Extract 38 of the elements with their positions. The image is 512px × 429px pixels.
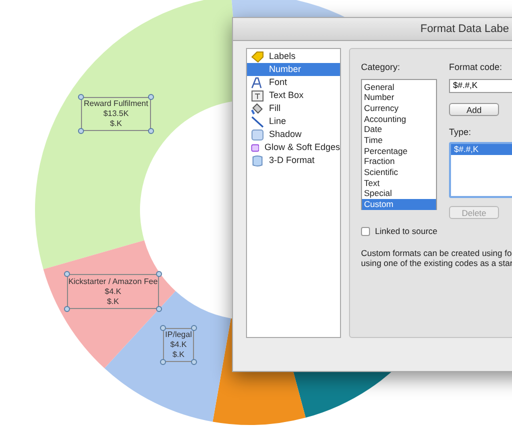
category-item[interactable]: Currency bbox=[362, 102, 436, 114]
line-icon bbox=[251, 116, 264, 128]
category-item[interactable]: Fraction bbox=[362, 156, 436, 167]
category-item[interactable]: Date bbox=[362, 124, 436, 135]
sidebar-item[interactable]: Shadow bbox=[247, 128, 340, 141]
category-item[interactable]: Special bbox=[362, 188, 436, 200]
add-button[interactable]: Add bbox=[449, 102, 499, 116]
category-item[interactable]: Time bbox=[362, 134, 436, 146]
type-label: Type: bbox=[449, 126, 472, 139]
cylinder-icon bbox=[251, 154, 264, 166]
linked-checkbox[interactable] bbox=[361, 226, 370, 236]
shadow-icon bbox=[251, 128, 264, 140]
category-item[interactable]: Percentage bbox=[362, 146, 436, 156]
sidebar-item[interactable]: Font bbox=[247, 76, 340, 89]
window-title: Format Data Labe bbox=[420, 22, 509, 37]
category-item[interactable]: Number bbox=[362, 92, 436, 103]
category-item[interactable]: Text bbox=[362, 178, 436, 188]
glow-icon bbox=[251, 142, 260, 154]
category-item[interactable]: Accounting bbox=[362, 114, 436, 124]
sidebar-item[interactable]: Labels bbox=[247, 50, 340, 63]
sidebar-item[interactable]: Glow & Soft Edges bbox=[247, 141, 340, 154]
format-code-label: Format code: bbox=[449, 61, 504, 74]
font-icon bbox=[251, 76, 264, 88]
data-label[interactable]: Kickstarter / Amazon Fee $4.K $.K bbox=[67, 274, 159, 309]
category-item[interactable]: General bbox=[362, 82, 436, 92]
linked-label: Linked to source bbox=[375, 225, 438, 238]
sidebar-item[interactable]: Fill bbox=[247, 102, 340, 115]
format-code-field[interactable]: $#.#,K bbox=[449, 78, 512, 92]
sidebar-item[interactable]: Text Box bbox=[247, 89, 340, 102]
paint-bucket-icon bbox=[251, 102, 264, 114]
type-item[interactable]: $#.#,K bbox=[451, 144, 512, 155]
category-item[interactable]: Custom bbox=[362, 199, 436, 210]
sidebar-item[interactable]: Number bbox=[247, 63, 340, 76]
category-label: Category: bbox=[361, 61, 402, 74]
textbox-icon bbox=[251, 90, 264, 102]
sidebar-item[interactable]: Line bbox=[247, 115, 340, 128]
category-item[interactable]: Scientific bbox=[362, 167, 436, 178]
sidebar-item[interactable]: 3-D Format bbox=[247, 154, 340, 167]
